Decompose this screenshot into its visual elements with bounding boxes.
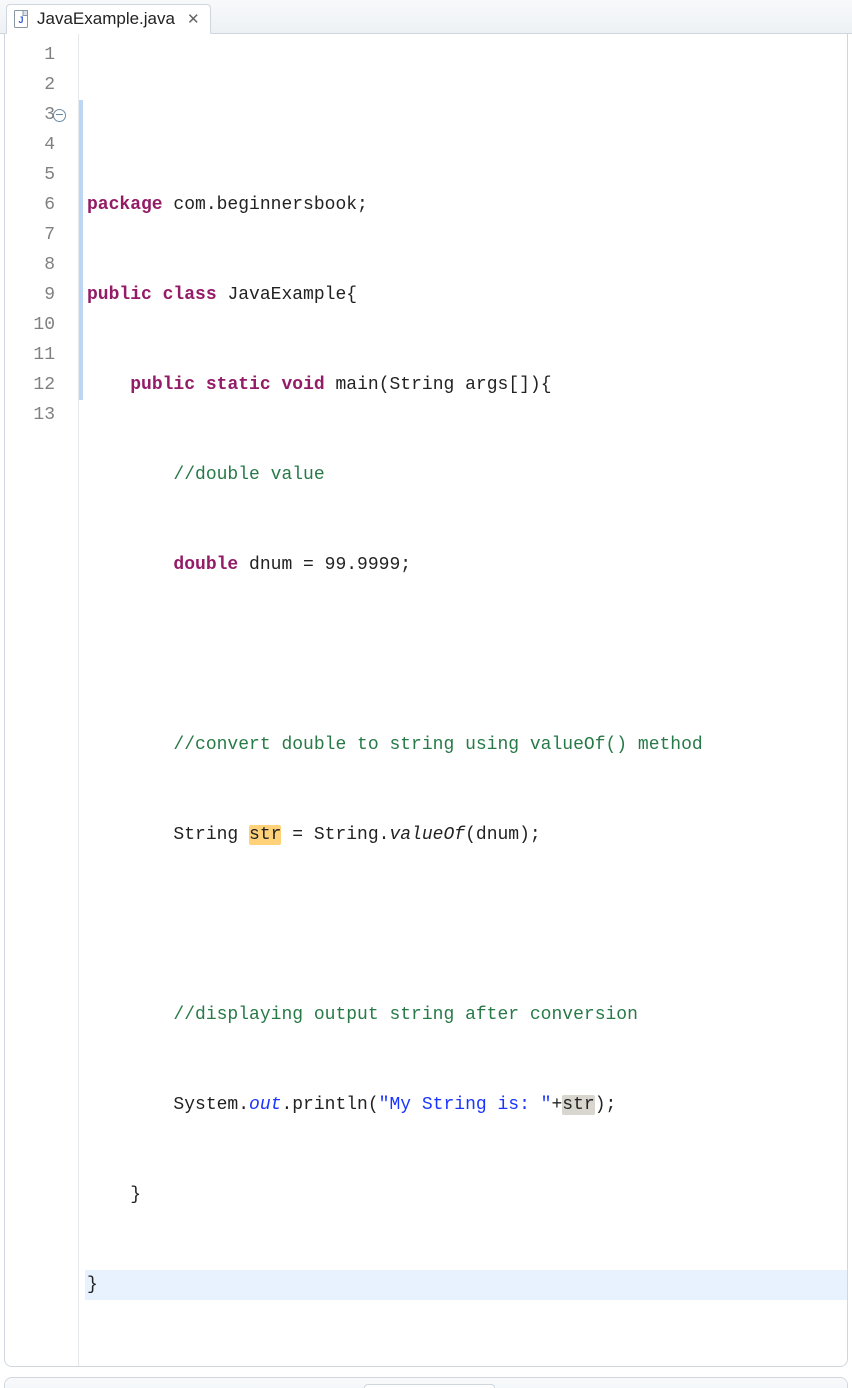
- code-editor[interactable]: 1 2 3 4 5 6 7 8 9 10 11 12 13 package co…: [4, 34, 848, 1367]
- line-number: 6: [5, 190, 55, 220]
- fold-strip: [63, 34, 79, 1366]
- code-line: package com.beginnersbook;: [85, 190, 847, 220]
- line-number: 3: [5, 100, 55, 130]
- code-line: String str = String.valueOf(dnum);: [85, 820, 847, 850]
- editor-tab-label: JavaExample.java: [37, 9, 175, 29]
- code-line: }: [85, 1270, 847, 1300]
- views-tabbar: ! Problems @ Javadoc Decla: [5, 1378, 847, 1388]
- line-number: 8: [5, 250, 55, 280]
- change-marker: [79, 100, 83, 400]
- code-line: [85, 910, 847, 940]
- line-number: 7: [5, 220, 55, 250]
- line-number: 13: [5, 400, 55, 430]
- tab-declaration[interactable]: Declaration: [234, 1384, 364, 1388]
- line-number: 9: [5, 280, 55, 310]
- bottom-panel: ! Problems @ Javadoc Decla: [4, 1377, 848, 1388]
- line-number: 10: [5, 310, 55, 340]
- line-number: 5: [5, 160, 55, 190]
- line-number: 11: [5, 340, 55, 370]
- code-line: double dnum = 99.9999;: [85, 550, 847, 580]
- line-number-gutter: 1 2 3 4 5 6 7 8 9 10 11 12 13: [5, 34, 63, 1366]
- java-file-icon: J: [13, 10, 31, 28]
- code-line: }: [85, 1180, 847, 1210]
- line-number: 1: [5, 40, 55, 70]
- tab-overflow[interactable]: [607, 1384, 633, 1388]
- code-line: public class JavaExample{: [85, 280, 847, 310]
- editor-tab-javaexample[interactable]: J JavaExample.java ✕: [6, 4, 211, 34]
- svg-text:J: J: [19, 15, 24, 25]
- tab-javadoc[interactable]: @ Javadoc: [127, 1384, 234, 1388]
- tab-progress[interactable]: Progress: [495, 1384, 607, 1388]
- tab-problems[interactable]: ! Problems: [11, 1384, 127, 1388]
- code-line: //displaying output string after convers…: [85, 1000, 847, 1030]
- code-line: public static void main(String args[]){: [85, 370, 847, 400]
- editor-tabbar: J JavaExample.java ✕: [0, 0, 852, 34]
- line-number: 4: [5, 130, 55, 160]
- code-line: System.out.println("My String is: "+str)…: [85, 1090, 847, 1120]
- code-line: //double value: [85, 460, 847, 490]
- close-icon[interactable]: ✕: [181, 10, 200, 28]
- line-number: 2: [5, 70, 55, 100]
- code-line: [85, 640, 847, 670]
- line-number: 12: [5, 370, 55, 400]
- tab-console[interactable]: Console ✕: [364, 1384, 495, 1388]
- code-line: //convert double to string using valueOf…: [85, 730, 847, 760]
- source-code[interactable]: package com.beginnersbook; public class …: [79, 34, 847, 1366]
